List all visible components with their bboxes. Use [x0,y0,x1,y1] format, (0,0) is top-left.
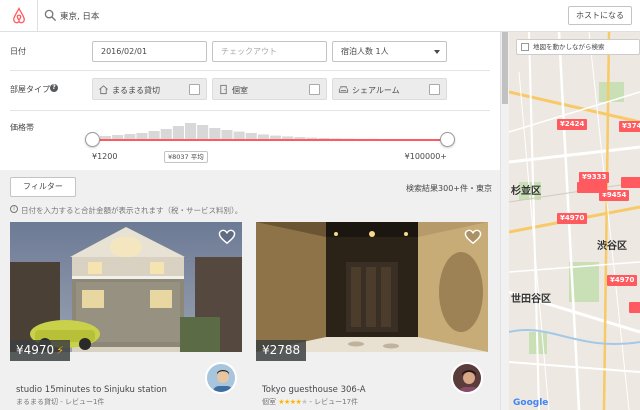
listing-price-tag: ¥2788 [256,340,307,361]
room-type-checkbox[interactable] [189,84,200,95]
result-count: 検索結果300+件・東京 [406,184,492,193]
price-max-label: ¥100000+ [404,152,447,161]
chevron-down-icon [434,50,440,54]
become-host-button[interactable]: ホストになる [568,6,632,25]
results-scrollbar[interactable] [500,32,509,410]
histogram-bar [185,123,197,140]
map-price-pin-cluster[interactable] [621,177,640,188]
room-type-private-room[interactable]: 個室 [212,78,327,100]
filter-panel: 日付 2016/02/01 チェックアウト 宿泊人数 1人 部屋タイプ ? まる… [0,32,500,170]
info-icon: i [10,205,18,213]
search-when-map-moves-checkbox[interactable]: 地図を動かしながら検索 [516,39,640,55]
price-slider-min-handle[interactable] [85,132,100,147]
host-avatar[interactable] [205,362,237,394]
rating-stars-icon: ★★★★★ [278,398,308,406]
listing-reviews: - レビュー17件 [309,398,359,406]
room-type-checkbox[interactable] [429,84,440,95]
filter-button[interactable]: フィルター [10,177,76,197]
header-divider [37,0,38,32]
listing-meta: まるまる貸切 - レビュー1件 [16,398,105,406]
door-icon [220,84,227,95]
guests-select[interactable]: 宿泊人数 1人 [332,41,447,62]
price-slider-max-handle[interactable] [440,132,455,147]
date-label: 日付 [10,47,26,56]
search-input[interactable]: 東京, 日本 [60,10,99,22]
room-type-label-entire: まるまる貸切 [112,86,160,95]
map-district-label: 渋谷区 [597,241,627,252]
search-when-map-moves-label: 地図を動かしながら検索 [533,43,605,51]
map-district-label: 杉並区 [511,186,541,197]
map-price-pin-cluster[interactable] [629,302,640,313]
price-average-badge: ¥8037 平均 [164,151,208,163]
house-icon [99,85,108,95]
price-histogram [100,123,439,140]
map-price-pin[interactable]: ¥4970 [607,275,638,286]
listing-photo[interactable] [256,222,488,352]
price-range-label: 価格帯 [10,123,34,132]
airbnb-logo-icon[interactable] [10,7,28,25]
histogram-bar [197,125,209,140]
histogram-bar [172,126,184,140]
listing-title[interactable]: Tokyo guesthouse 306-A [262,385,366,395]
listing-price: ¥2788 [262,343,301,357]
row-divider [10,70,490,71]
room-type-label-private: 個室 [232,86,248,95]
checkbox-box[interactable] [521,43,529,51]
room-type-shared-room[interactable]: シェアルーム [332,78,447,100]
map-price-pin-cluster[interactable] [577,182,607,193]
listing-title[interactable]: studio 15minutes to Sinjuku station [16,385,167,395]
listing-meta: 個室 ★★★★★ - レビュー17件 [262,397,358,407]
listing-price: ¥4970 [16,343,55,357]
listing-room-type: 個室 [262,398,276,406]
price-min-label: ¥1200 [92,152,118,161]
room-type-label-shared: シェアルーム [352,86,400,95]
room-type-checkbox[interactable] [309,84,320,95]
host-avatar[interactable] [451,362,483,394]
listing-photo-house [10,222,242,352]
checkout-field[interactable]: チェックアウト [212,41,327,62]
map-price-pin[interactable]: ¥374 [619,121,640,132]
map-price-pin[interactable]: ¥2424 [557,119,588,130]
instant-book-icon: ⚡ [56,344,64,357]
help-icon[interactable]: ? [50,84,58,92]
heart-icon[interactable] [464,229,482,245]
price-slider-track [92,139,448,141]
room-type-entire-home[interactable]: まるまる貸切 [92,78,207,100]
map-district-label: 世田谷区 [511,294,551,305]
scrollbar-thumb[interactable] [502,32,508,104]
sofa-icon [338,86,349,93]
guests-select-value: 宿泊人数 1人 [341,47,389,56]
listing-photo-guesthouse [256,222,488,352]
listing-photo[interactable] [10,222,242,352]
search-icon [44,9,57,22]
room-type-label: 部屋タイプ [10,85,50,94]
price-info-text: 日付を入力すると合計金額が表示されます（税・サービス料別）。 [21,206,243,215]
row-divider [10,110,490,111]
checkin-field[interactable]: 2016/02/01 [92,41,207,62]
map-price-pin[interactable]: ¥4970 [557,213,588,224]
heart-icon[interactable] [218,229,236,245]
listing-price-tag: ¥4970 ⚡ [10,340,70,361]
google-logo: Google [513,398,549,408]
map[interactable]: 地図を動かしながら検索 杉並区 渋谷区 世田谷区 ¥2424 ¥374 ¥933… [509,32,640,410]
header: 東京, 日本 ホストになる [0,0,640,32]
